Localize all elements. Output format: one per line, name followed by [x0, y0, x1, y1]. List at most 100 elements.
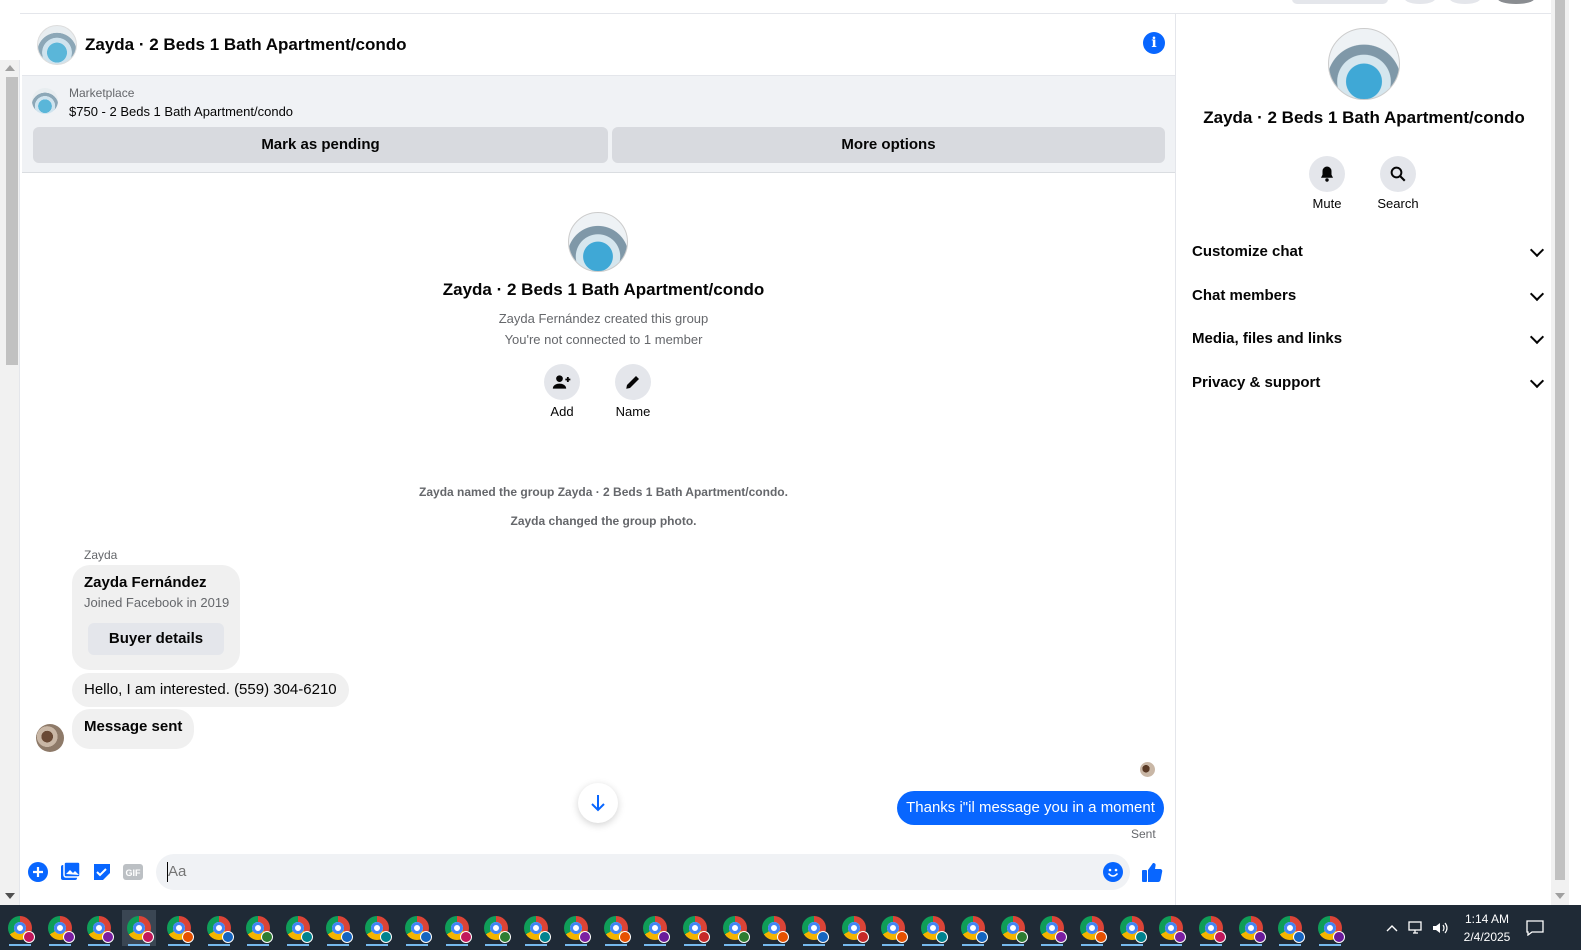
customize-chat-section[interactable]: Customize chat — [1192, 242, 1545, 267]
taskbar-chrome-window[interactable] — [956, 910, 990, 946]
more-options-button[interactable]: More options — [612, 127, 1165, 163]
top-circle-icon[interactable] — [1450, 0, 1480, 4]
info-icon[interactable]: i — [1143, 32, 1165, 54]
emoji-icon[interactable] — [1102, 861, 1124, 883]
taskbar-chrome-window[interactable] — [876, 910, 910, 946]
media-files-links-section[interactable]: Media, files and links — [1192, 329, 1545, 354]
mark-as-pending-button[interactable]: Mark as pending — [33, 127, 608, 163]
chat-title[interactable]: Zayda · 2 Beds 1 Bath Apartment/condo — [85, 35, 406, 55]
chevron-down-icon — [1529, 242, 1545, 258]
taskbar-chrome-window[interactable] — [360, 910, 394, 946]
buyer-name: Zayda Fernández — [84, 574, 207, 591]
network-icon[interactable] — [1408, 905, 1426, 950]
taskbar-chrome-window[interactable] — [1273, 910, 1307, 946]
chrome-profile-icon — [405, 916, 432, 943]
taskbar-chrome-window[interactable] — [400, 910, 434, 946]
taskbar-chrome-window[interactable] — [837, 910, 871, 946]
buyer-details-button[interactable]: Buyer details — [88, 623, 224, 655]
profile-badge-icon — [23, 931, 35, 943]
outgoing-message[interactable]: Thanks i"il message you in a moment — [897, 791, 1164, 825]
show-hidden-icons[interactable] — [1386, 905, 1398, 950]
top-circle-icon[interactable] — [1405, 0, 1435, 4]
taskbar-chrome-window[interactable] — [321, 910, 355, 946]
privacy-support-section[interactable]: Privacy & support — [1192, 373, 1545, 398]
profile-badge-icon — [817, 931, 829, 943]
taskbar-chrome-window[interactable] — [1313, 910, 1347, 946]
system-message: Zayda changed the group photo. — [510, 514, 697, 528]
page-scrollbar[interactable] — [1551, 0, 1569, 905]
taskbar-chrome-window[interactable] — [1115, 910, 1149, 946]
chat-scrollbar[interactable] — [0, 60, 20, 905]
scroll-up-icon[interactable] — [5, 65, 15, 71]
taskbar-chrome-window[interactable] — [638, 910, 672, 946]
name-label: Name — [615, 404, 651, 419]
notification-icon[interactable] — [1526, 905, 1544, 950]
taskbar-chrome-window[interactable] — [718, 910, 752, 946]
taskbar-chrome-window[interactable] — [1154, 910, 1188, 946]
taskbar-chrome-window[interactable] — [122, 910, 157, 946]
profile-badge-icon — [340, 931, 353, 943]
scroll-down-arrow-icon[interactable] — [1555, 893, 1565, 899]
sender-avatar[interactable] — [36, 724, 64, 752]
chrome-profile-icon — [881, 916, 909, 943]
taskbar-chrome-window[interactable] — [996, 910, 1030, 946]
text-cursor — [167, 862, 168, 882]
message-input[interactable] — [156, 854, 1130, 890]
chat-avatar[interactable] — [37, 24, 77, 65]
chrome-profile-icon — [921, 916, 949, 943]
taskbar-chrome-window[interactable] — [757, 910, 791, 946]
mute-button[interactable] — [1309, 156, 1345, 192]
running-indicator — [564, 944, 587, 946]
taskbar-chrome-window[interactable] — [678, 910, 712, 946]
name-group-button[interactable] — [615, 364, 651, 400]
system-clock[interactable]: 1:14 AM 2/4/2025 — [1452, 910, 1522, 946]
taskbar-chrome-window[interactable] — [479, 910, 513, 946]
taskbar-chrome-window[interactable] — [1075, 910, 1109, 946]
volume-icon[interactable] — [1432, 905, 1450, 950]
taskbar-chrome-window[interactable] — [1194, 910, 1228, 946]
incoming-message[interactable]: Hello, I am interested. (559) 304-6210 — [72, 673, 349, 707]
profile-badge-icon — [697, 931, 710, 943]
incoming-message[interactable]: Message sent — [72, 709, 195, 749]
taskbar-chrome-window[interactable] — [916, 910, 950, 946]
taskbar-chrome-window[interactable] — [559, 910, 593, 946]
clock-time: 1:14 AM — [1464, 912, 1510, 926]
profile-avatar[interactable] — [1498, 0, 1534, 4]
scroll-to-bottom-button[interactable] — [578, 783, 618, 823]
top-pill[interactable] — [1292, 0, 1388, 4]
taskbar-chrome-window[interactable] — [599, 910, 633, 946]
taskbar-chrome-window[interactable] — [519, 910, 553, 946]
taskbar-chrome-window[interactable] — [281, 910, 315, 946]
thumbs-up-icon[interactable] — [1141, 861, 1163, 883]
taskbar-chrome-window[interactable] — [797, 910, 831, 946]
taskbar-chrome-window[interactable] — [43, 910, 77, 946]
profile-badge-icon — [142, 931, 155, 943]
gif-icon[interactable]: GIF — [122, 861, 144, 883]
search-button[interactable] — [1380, 156, 1416, 192]
listing-thumbnail[interactable] — [32, 88, 58, 114]
plus-icon[interactable] — [27, 861, 49, 883]
running-indicator — [445, 944, 468, 946]
taskbar-chrome-window[interactable] — [1234, 910, 1268, 946]
running-indicator — [961, 944, 984, 946]
taskbar-chrome-window[interactable] — [241, 910, 275, 946]
running-indicator — [922, 944, 945, 946]
taskbar-chrome-window[interactable] — [1035, 910, 1069, 946]
photo-icon[interactable] — [59, 861, 81, 883]
taskbar-chrome-window[interactable] — [3, 910, 37, 946]
page-scroll-thumb[interactable] — [1555, 0, 1565, 880]
chat-members-section[interactable]: Chat members — [1192, 286, 1545, 311]
scroll-thumb[interactable] — [6, 77, 18, 365]
taskbar-chrome-window[interactable] — [162, 910, 196, 946]
scroll-down-arrow-icon[interactable] — [5, 893, 15, 899]
sticker-icon[interactable] — [91, 861, 113, 883]
running-indicator — [882, 944, 905, 946]
listing-title[interactable]: $750 - 2 Beds 1 Bath Apartment/condo — [69, 104, 293, 119]
running-indicator — [1001, 944, 1024, 946]
taskbar-chrome-window[interactable] — [82, 910, 116, 946]
panel-group-avatar[interactable] — [1328, 28, 1400, 100]
add-member-button[interactable] — [544, 364, 580, 400]
running-indicator — [1239, 944, 1262, 946]
taskbar-chrome-window[interactable] — [202, 910, 236, 946]
taskbar-chrome-window[interactable] — [440, 910, 474, 946]
